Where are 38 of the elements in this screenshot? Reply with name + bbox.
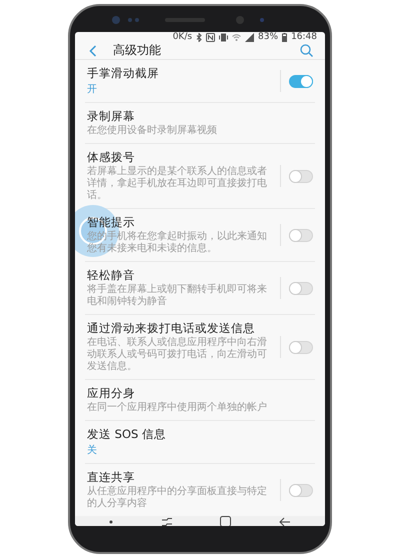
setting-title: 发送 SOS 信息 bbox=[87, 427, 167, 442]
nfc-icon bbox=[206, 32, 216, 42]
setting-title: 体感拨号 bbox=[87, 150, 136, 165]
home-icon[interactable] bbox=[220, 516, 232, 526]
setting-description: 在您使用设备时录制屏幕视频 bbox=[87, 125, 218, 137]
setting-description: 在电话、联系人或信息应用程序中向右滑动联系人或号码可拨打电话，向左滑动可发送信息。 bbox=[87, 337, 268, 373]
search-button[interactable] bbox=[298, 42, 315, 59]
battery-percent: 83% bbox=[258, 32, 278, 42]
setting-description: 从任意应用程序中的分享面板直接与特定的人分享内容 bbox=[87, 486, 268, 510]
clock-time: 16:48 bbox=[291, 32, 317, 42]
setting-title: 通过滑动来拨打电话或发送信息 bbox=[87, 321, 256, 336]
toggle-switch[interactable] bbox=[289, 282, 313, 294]
setting-title: 直连共享 bbox=[87, 470, 136, 485]
setting-status: 开 bbox=[87, 83, 98, 96]
page-title: 高级功能 bbox=[113, 42, 162, 59]
signal-icon bbox=[245, 32, 254, 42]
wifi-icon bbox=[232, 32, 242, 42]
vibrate-icon bbox=[219, 32, 228, 42]
network-speed: 0K/s bbox=[172, 32, 192, 42]
recents-icon[interactable] bbox=[160, 516, 173, 526]
setting-title: 录制屏幕 bbox=[87, 109, 136, 124]
setting-title: 手掌滑动截屏 bbox=[87, 66, 160, 81]
setting-description: 将手盖在屏幕上或朝下翻转手机即可将来电和闹钟转为静音 bbox=[87, 284, 268, 308]
setting-title: 智能提示 bbox=[87, 215, 136, 230]
toggle-switch[interactable] bbox=[289, 74, 313, 88]
toggle-switch[interactable] bbox=[289, 340, 313, 354]
dot-icon[interactable] bbox=[108, 520, 113, 524]
setting-status: 关 bbox=[87, 444, 98, 457]
setting-title: 轻松静音 bbox=[87, 268, 136, 283]
setting-title: 应用分身 bbox=[87, 386, 136, 401]
back-button[interactable] bbox=[87, 42, 99, 58]
back-icon[interactable] bbox=[279, 516, 292, 526]
setting-description: 在同一个应用程序中使用两个单独的帐户 bbox=[87, 402, 268, 414]
toggle-switch[interactable] bbox=[289, 228, 313, 242]
toggle-switch[interactable] bbox=[289, 484, 313, 496]
setting-description: 若屏幕上显示的是某个联系人的信息或者详情，拿起手机放在耳边即可直接拨打电话。 bbox=[87, 166, 268, 202]
toggle-switch[interactable] bbox=[289, 170, 313, 182]
bluetooth-icon bbox=[196, 32, 202, 42]
